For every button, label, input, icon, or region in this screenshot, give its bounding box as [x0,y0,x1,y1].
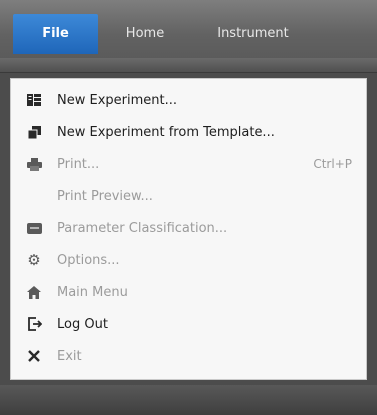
menu-item-label: Print... [57,156,100,172]
application-window: File Home Instrument New Experiment... N… [0,0,377,415]
menu-item-label: Main Menu [57,284,128,300]
menu-item-label: Log Out [57,316,108,332]
menu-item-label: Print Preview... [57,188,153,204]
menu-item-label: New Experiment from Template... [57,124,275,140]
menu-item-label: New Experiment... [57,92,177,108]
menu-item-label: Options... [57,252,120,268]
menu-item-new-experiment[interactable]: New Experiment... [17,87,360,113]
menu-item-parameter-classification[interactable]: Parameter Classification... [17,215,360,241]
menu-item-print[interactable]: Print... Ctrl+P [17,151,360,177]
menu-item-options[interactable]: ⚙ Options... [17,247,360,273]
ribbon-tab-bar: File Home Instrument [0,0,377,58]
printer-icon [23,157,45,171]
close-icon [23,350,45,362]
backstage-top-strip [0,58,377,73]
menu-item-print-preview[interactable]: Print Preview... [17,183,360,209]
file-backstage: New Experiment... New Experiment from Te… [0,58,377,415]
tab-file[interactable]: File [13,14,98,54]
backstage-bottom-bar [0,385,377,415]
new-experiment-icon [23,94,45,106]
menu-item-log-out[interactable]: Log Out [17,311,360,337]
menu-item-label: Exit [57,348,82,364]
logout-icon [23,317,45,331]
file-menu: New Experiment... New Experiment from Te… [10,78,367,380]
tab-instrument[interactable]: Instrument [198,14,308,54]
print-shortcut: Ctrl+P [313,157,352,171]
template-icon [23,125,45,139]
tab-home[interactable]: Home [112,14,178,54]
gear-icon: ⚙ [27,250,41,269]
menu-item-main-menu[interactable]: Main Menu [17,279,360,305]
menu-item-label: Parameter Classification... [57,220,228,236]
home-icon [23,285,45,299]
menu-item-exit[interactable]: Exit [17,343,360,369]
menu-item-new-experiment-from-template[interactable]: New Experiment from Template... [17,119,360,145]
parameter-classification-icon [23,222,45,234]
